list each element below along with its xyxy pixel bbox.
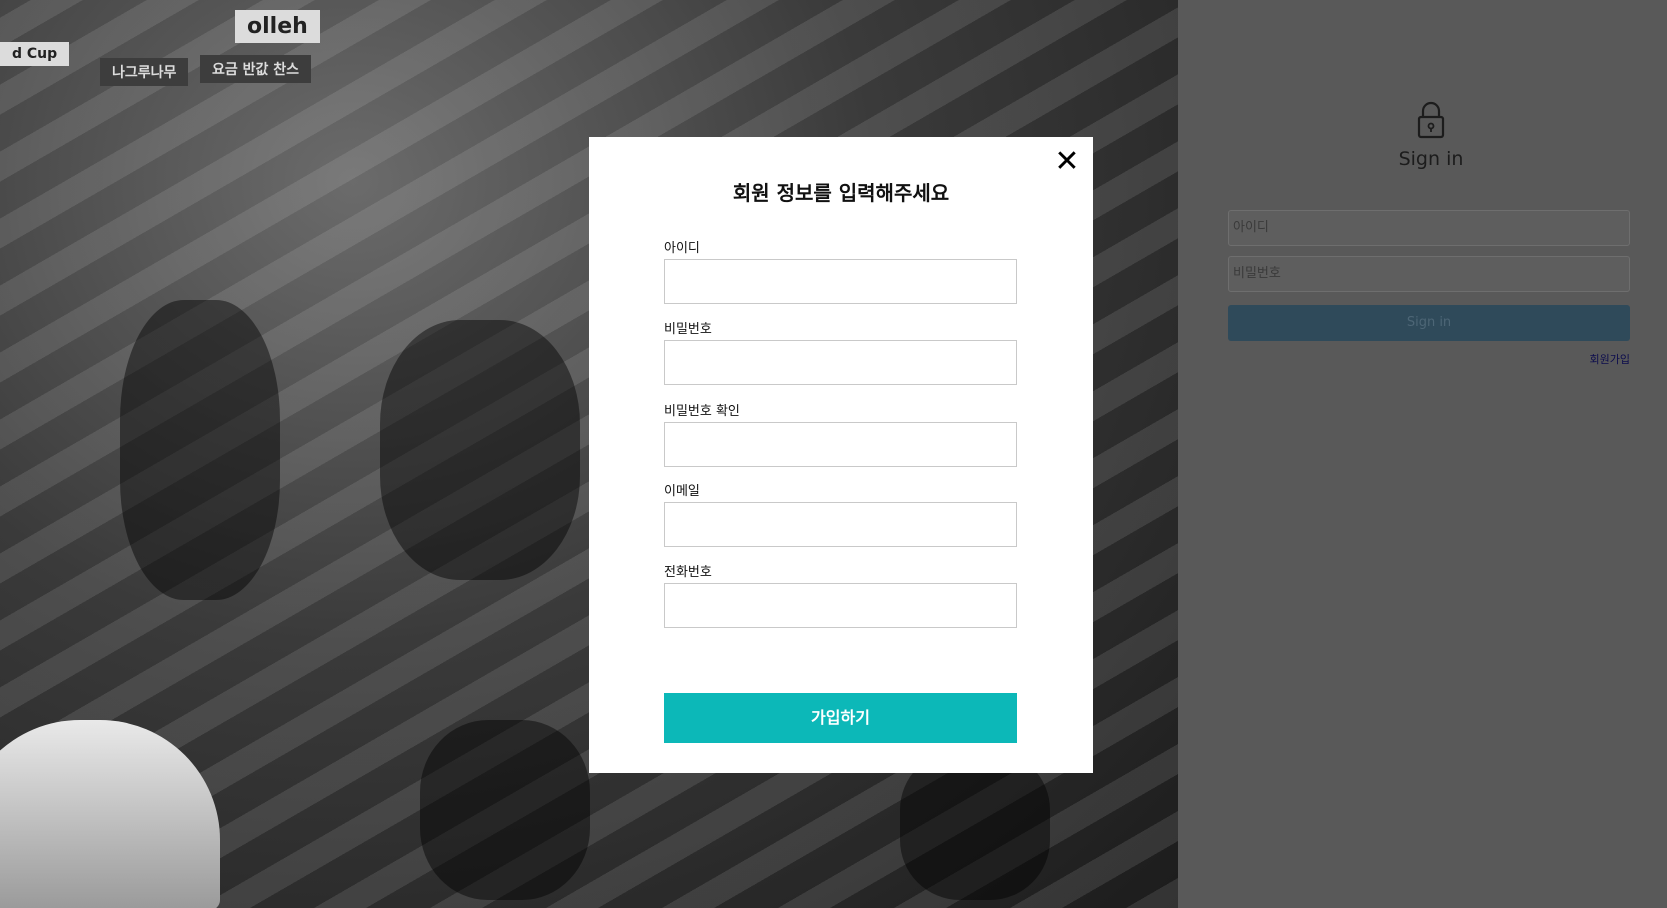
- store-sign: d Cup: [0, 42, 70, 66]
- store-sign: 요금 반값 찬스: [200, 55, 312, 83]
- login-password-input[interactable]: 비밀번호: [1228, 256, 1630, 292]
- store-sign: olleh: [235, 10, 320, 43]
- lock-icon: [1417, 101, 1445, 139]
- password-confirm-label: 비밀번호 확인: [664, 404, 740, 419]
- password-input[interactable]: [664, 340, 1017, 385]
- signin-button[interactable]: Sign in: [1228, 305, 1630, 341]
- phone-label: 전화번호: [664, 565, 712, 580]
- signup-link[interactable]: 회원가입: [1500, 351, 1630, 367]
- car-shape: [0, 720, 220, 908]
- store-sign: 나그루나무: [100, 58, 189, 86]
- modal-title: 회원 정보를 입력해주세요: [732, 181, 950, 205]
- crowd-shape: [380, 320, 580, 580]
- close-icon[interactable]: ✕: [1052, 147, 1082, 177]
- signup-submit-button[interactable]: 가입하기: [664, 693, 1017, 743]
- username-input[interactable]: [664, 259, 1017, 304]
- email-input[interactable]: [664, 502, 1017, 547]
- password-confirm-input[interactable]: [664, 422, 1017, 467]
- email-label: 이메일: [664, 484, 700, 499]
- scooter-shape: [420, 720, 590, 900]
- username-label: 아이디: [664, 241, 700, 256]
- password-label: 비밀번호: [664, 322, 712, 337]
- signin-title: Sign in: [1398, 148, 1464, 170]
- crowd-shape: [120, 300, 280, 600]
- phone-input[interactable]: [664, 583, 1017, 628]
- login-id-input[interactable]: 아이디: [1228, 210, 1630, 246]
- signup-modal: ✕ 회원 정보를 입력해주세요 아이디 비밀번호 비밀번호 확인 이메일 전화번…: [589, 137, 1093, 773]
